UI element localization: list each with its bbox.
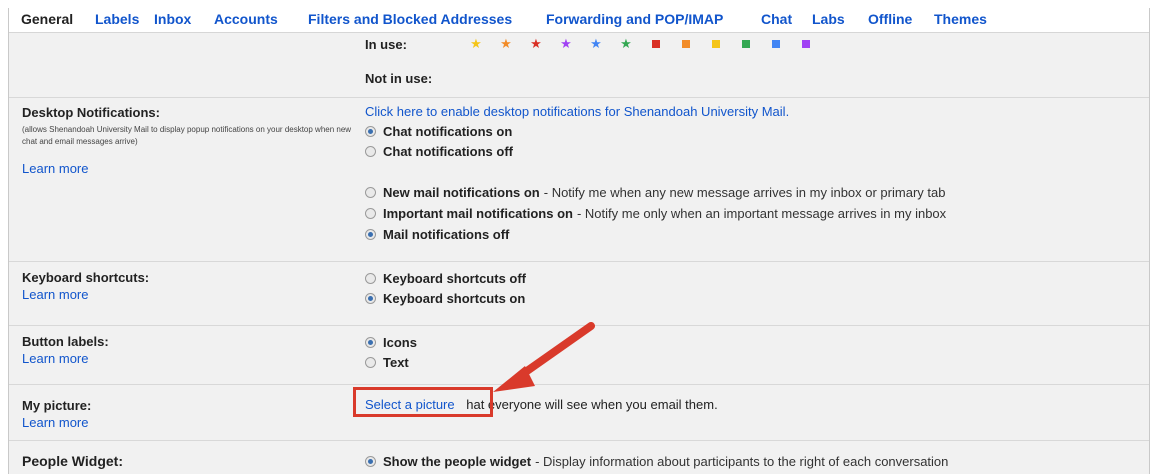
tab-accounts[interactable]: Accounts [214,11,278,27]
new-mail-notifications-on-option[interactable]: New mail notifications on - Notify me wh… [365,185,945,200]
desktop-notifications-label: Desktop Notifications: [22,105,160,120]
stars-section: In use: ★ ★ ★ ★ ★ ★ Not in use: [9,33,1149,98]
button-labels-text-option[interactable]: Text [365,355,409,370]
mail-notifications-off-option[interactable]: Mail notifications off [365,227,509,242]
tab-labs[interactable]: Labs [812,11,845,27]
annotation-arrow-icon [493,322,595,392]
tab-themes[interactable]: Themes [934,11,987,27]
settings-frame: General Labels Inbox Accounts Filters an… [8,8,1150,474]
keyboard-shortcuts-learn-more[interactable]: Learn more [22,287,88,302]
tab-filters[interactable]: Filters and Blocked Addresses [308,11,512,27]
green-check-icon[interactable] [731,36,761,52]
enable-desktop-notifications-link[interactable]: Click here to enable desktop notificatio… [365,104,789,119]
radio-selected-icon[interactable] [365,126,376,137]
tab-labels[interactable]: Labels [95,11,139,27]
tab-general[interactable]: General [21,11,73,27]
desktop-notifications-learn-more[interactable]: Learn more [22,161,88,176]
blue-star-icon[interactable]: ★ [581,36,611,52]
radio-selected-icon[interactable] [365,337,376,348]
radio-icon[interactable] [365,273,376,284]
radio-selected-icon[interactable] [365,456,376,467]
my-picture-learn-more[interactable]: Learn more [22,415,88,430]
radio-icon[interactable] [365,146,376,157]
orange-guillemet-icon[interactable] [671,36,701,52]
button-labels-label: Button labels: [22,334,109,349]
radio-selected-icon[interactable] [365,293,376,304]
my-picture-label: My picture: [22,398,92,413]
purple-question-icon[interactable] [791,36,821,52]
tab-forwarding[interactable]: Forwarding and POP/IMAP [546,11,723,27]
radio-icon[interactable] [365,208,376,219]
show-people-widget-option[interactable]: Show the people widget - Display informa… [365,454,948,469]
in-use-icons: ★ ★ ★ ★ ★ ★ [461,36,821,52]
chat-notifications-on-option[interactable]: Chat notifications on [365,124,512,139]
radio-icon[interactable] [365,187,376,198]
chat-notifications-off-option[interactable]: Chat notifications off [365,144,513,159]
people-widget-label: People Widget: [22,453,123,469]
tab-inbox[interactable]: Inbox [154,11,191,27]
button-labels-icons-option[interactable]: Icons [365,335,417,350]
yellow-star-icon[interactable]: ★ [461,36,491,52]
stars-in-use-row: In use: ★ ★ ★ ★ ★ ★ [365,36,810,52]
radio-icon[interactable] [365,357,376,368]
tab-offline[interactable]: Offline [868,11,912,27]
highlight-box [353,387,493,417]
keyboard-shortcuts-label: Keyboard shortcuts: [22,270,150,285]
desktop-notifications-sub: (allows Shenandoah University Mail to di… [22,125,352,146]
not-in-use-label: Not in use: [365,71,433,86]
orange-star-icon[interactable]: ★ [491,36,521,52]
button-labels-learn-more[interactable]: Learn more [22,351,88,366]
settings-tabs: General Labels Inbox Accounts Filters an… [9,8,1149,33]
desktop-notifications-section: Desktop Notifications: (allows Shenandoa… [9,98,1149,262]
green-star-icon[interactable]: ★ [611,36,641,52]
in-use-label: In use: [365,37,407,52]
keyboard-shortcuts-off-option[interactable]: Keyboard shortcuts off [365,271,526,286]
tab-chat[interactable]: Chat [761,11,792,27]
radio-selected-icon[interactable] [365,229,376,240]
blue-info-icon[interactable] [761,36,791,52]
red-star-icon[interactable]: ★ [521,36,551,52]
red-bang-icon[interactable] [641,36,671,52]
keyboard-shortcuts-on-option[interactable]: Keyboard shortcuts on [365,291,525,306]
important-mail-notifications-on-option[interactable]: Important mail notifications on - Notify… [365,206,946,221]
yellow-bang-icon[interactable] [701,36,731,52]
purple-star-icon[interactable]: ★ [551,36,581,52]
people-widget-section: People Widget: Show the people widget - … [9,441,1149,474]
